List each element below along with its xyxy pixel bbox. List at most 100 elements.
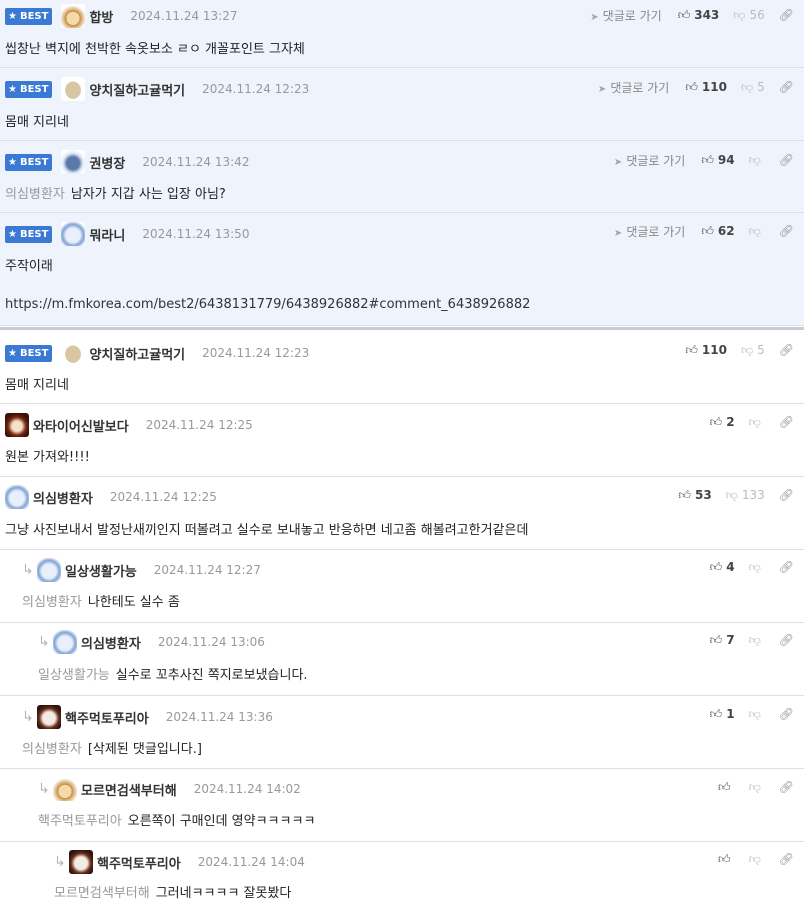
downvote-button[interactable]: 👎︎ 5 [741, 80, 765, 95]
author-nickname[interactable]: 모르면검색부터해 [81, 780, 177, 799]
downvote-button[interactable]: 👎︎ [749, 153, 765, 168]
goto-comment-link[interactable]: ➤ 댓글로 가기 [590, 7, 661, 24]
upvote-button[interactable]: 👍︎ 7 [710, 633, 735, 648]
bear-icon[interactable] [61, 150, 86, 174]
author-nickname[interactable]: 합방 [89, 7, 113, 26]
author-nickname[interactable]: 핵주먹토푸리아 [97, 853, 181, 872]
dog-icon[interactable] [37, 705, 61, 729]
author-nickname[interactable]: 뭐라니 [89, 225, 125, 244]
upvote-button[interactable]: 👍︎ 62 [701, 224, 734, 239]
link-icon[interactable]: 🔗︎ [779, 224, 794, 238]
upvote-button[interactable]: 👍︎ 110 [685, 343, 727, 358]
link-icon[interactable]: 🔗︎ [779, 633, 794, 647]
comment-text: 모르면검색부터해 그러네ㅋㅋㅋㅋ 잘못봤다 [54, 886, 292, 901]
lion-icon[interactable] [5, 413, 29, 437]
upvote-button[interactable]: 👍︎ 53 [678, 488, 711, 503]
author-nickname[interactable]: 일상생활가능 [65, 561, 137, 580]
author-nickname[interactable]: 양치질하고귤먹기 [89, 80, 185, 99]
goto-comment-link[interactable]: ➤ 댓글로 가기 [614, 223, 685, 240]
comment-text: 원본 가져와!!!! [5, 450, 90, 465]
upvote-button[interactable]: 👍︎ 94 [701, 153, 734, 168]
best-badge: ★ BEST [5, 7, 53, 25]
mention-nickname[interactable]: 의심병환자 [5, 187, 65, 202]
comment-text: 핵주먹토푸리아 오른쪽이 구매인데 영약ㅋㅋㅋㅋㅋ [38, 814, 316, 829]
downvote-button[interactable]: 👎︎ [749, 224, 765, 239]
mention-nickname[interactable]: 의심병환자 [22, 742, 82, 757]
comment-text: 몸매 지리네 [5, 115, 69, 130]
comment-item: 와타이어신발보다 2024.11.24 12:25 👍︎ 2 👎︎ 🔗︎ 원본 가… [0, 404, 804, 477]
thumbs-up-icon: 👍︎ [709, 632, 723, 647]
link-icon[interactable]: 🔗︎ [779, 488, 794, 502]
downvote-button[interactable]: 👎︎ 5 [741, 343, 765, 358]
upvote-button[interactable]: 👍︎ 110 [685, 80, 727, 95]
upvote-button[interactable]: 👍︎ [718, 780, 735, 795]
comment-url-link[interactable]: https://m.fmkorea.com/best2/6438131779/6… [5, 297, 530, 312]
send-arrow-icon: ➤ [613, 156, 623, 168]
comment-item: ★ BEST 권병장 2024.11.24 13:42 ➤ 댓글로 가기 👍︎ 94 … [0, 141, 804, 213]
downvote-button[interactable]: 👎︎ [749, 633, 765, 648]
downvote-button[interactable]: 👎︎ 56 [733, 8, 764, 23]
upvote-button[interactable]: 👍︎ [718, 852, 735, 867]
link-icon[interactable]: 🔗︎ [779, 707, 794, 721]
author-nickname[interactable]: 와타이어신발보다 [33, 416, 129, 435]
link-icon[interactable]: 🔗︎ [779, 8, 794, 22]
upvote-button[interactable]: 👍︎ 343 [678, 8, 720, 23]
comment-text: 씹창난 벽지에 천박한 속옷보소 ㄹㅇ 개꼴포인트 그자체 [5, 42, 305, 57]
author-nickname[interactable]: 핵주먹토푸리아 [65, 708, 149, 727]
thumbs-down-icon: 👎︎ [740, 342, 754, 357]
mention-nickname[interactable]: 핵주먹토푸리아 [38, 814, 122, 829]
fox-icon[interactable] [61, 4, 86, 28]
thumbs-up-icon: 👍︎ [701, 152, 714, 167]
author-nickname[interactable]: 의심병환자 [81, 633, 141, 652]
comment-date: 2024.11.24 12:23 [202, 82, 310, 96]
author-nickname[interactable]: 의심병환자 [33, 488, 93, 507]
reply-item: ↳ 핵주먹토푸리아 2024.11.24 13:36 👍︎ 1 👎︎ 🔗︎ 의심병… [0, 696, 804, 769]
downvote-button[interactable]: 👎︎ [749, 560, 765, 575]
downvote-button[interactable]: 👎︎ 133 [726, 488, 765, 503]
goto-comment-link[interactable]: ➤ 댓글로 가기 [614, 152, 685, 169]
link-icon[interactable]: 🔗︎ [779, 343, 794, 357]
downvote-button[interactable]: 👎︎ [749, 780, 765, 795]
upvote-button[interactable]: 👍︎ 1 [710, 707, 735, 722]
seal-icon[interactable] [53, 630, 77, 654]
star-icon: ★ [8, 10, 17, 22]
author-nickname[interactable]: 권병장 [89, 153, 125, 172]
potato-icon[interactable] [61, 341, 86, 365]
mention-nickname[interactable]: 모르면검색부터해 [54, 886, 150, 901]
potato-icon[interactable] [61, 77, 86, 101]
link-icon[interactable]: 🔗︎ [779, 80, 794, 94]
link-icon[interactable]: 🔗︎ [779, 852, 794, 866]
downvote-button[interactable]: 👎︎ [749, 415, 765, 430]
star-icon: ★ [8, 228, 17, 240]
mention-nickname[interactable]: 일상생활가능 [38, 668, 110, 683]
fox-icon[interactable] [53, 777, 77, 801]
thumbs-up-icon: 👍︎ [709, 414, 723, 429]
thumbs-down-icon: 👎︎ [748, 152, 761, 167]
seal-icon[interactable] [61, 222, 86, 246]
downvote-button[interactable]: 👎︎ [749, 852, 765, 867]
comment-item: ★ BEST 양치질하고귤먹기 2024.11.24 12:23 👍︎ 110 👎︎… [0, 330, 804, 404]
upvote-button[interactable]: 👍︎ 2 [710, 415, 735, 430]
upvote-button[interactable]: 👍︎ 4 [710, 560, 735, 575]
dog-icon[interactable] [69, 850, 93, 874]
seal-icon[interactable] [5, 485, 29, 509]
link-icon[interactable]: 🔗︎ [779, 560, 794, 574]
goto-comment-link[interactable]: ➤ 댓글로 가기 [598, 79, 669, 96]
reply-arrow-icon: ↳ [22, 709, 34, 725]
author-nickname[interactable]: 양치질하고귤먹기 [89, 344, 185, 363]
seal-icon[interactable] [37, 558, 61, 582]
comment-text: 의심병환자 나한테도 실수 좀 [22, 595, 180, 610]
thumbs-up-icon: 👍︎ [718, 851, 731, 866]
reply-item: ↳ 일상생활가능 2024.11.24 12:27 👍︎ 4 👎︎ 🔗︎ 의심병환… [0, 550, 804, 623]
thumbs-up-icon: 👍︎ [709, 559, 723, 574]
mention-nickname[interactable]: 의심병환자 [22, 595, 82, 610]
send-arrow-icon: ➤ [590, 11, 599, 23]
comment-text: 주작이래 [5, 259, 53, 274]
link-icon[interactable]: 🔗︎ [779, 153, 794, 167]
thumbs-up-icon: 👍︎ [718, 779, 731, 794]
link-icon[interactable]: 🔗︎ [779, 780, 794, 794]
send-arrow-icon: ➤ [613, 227, 623, 239]
downvote-button[interactable]: 👎︎ [749, 707, 765, 722]
link-icon[interactable]: 🔗︎ [779, 415, 794, 429]
comment-date: 2024.11.24 13:06 [157, 635, 265, 649]
